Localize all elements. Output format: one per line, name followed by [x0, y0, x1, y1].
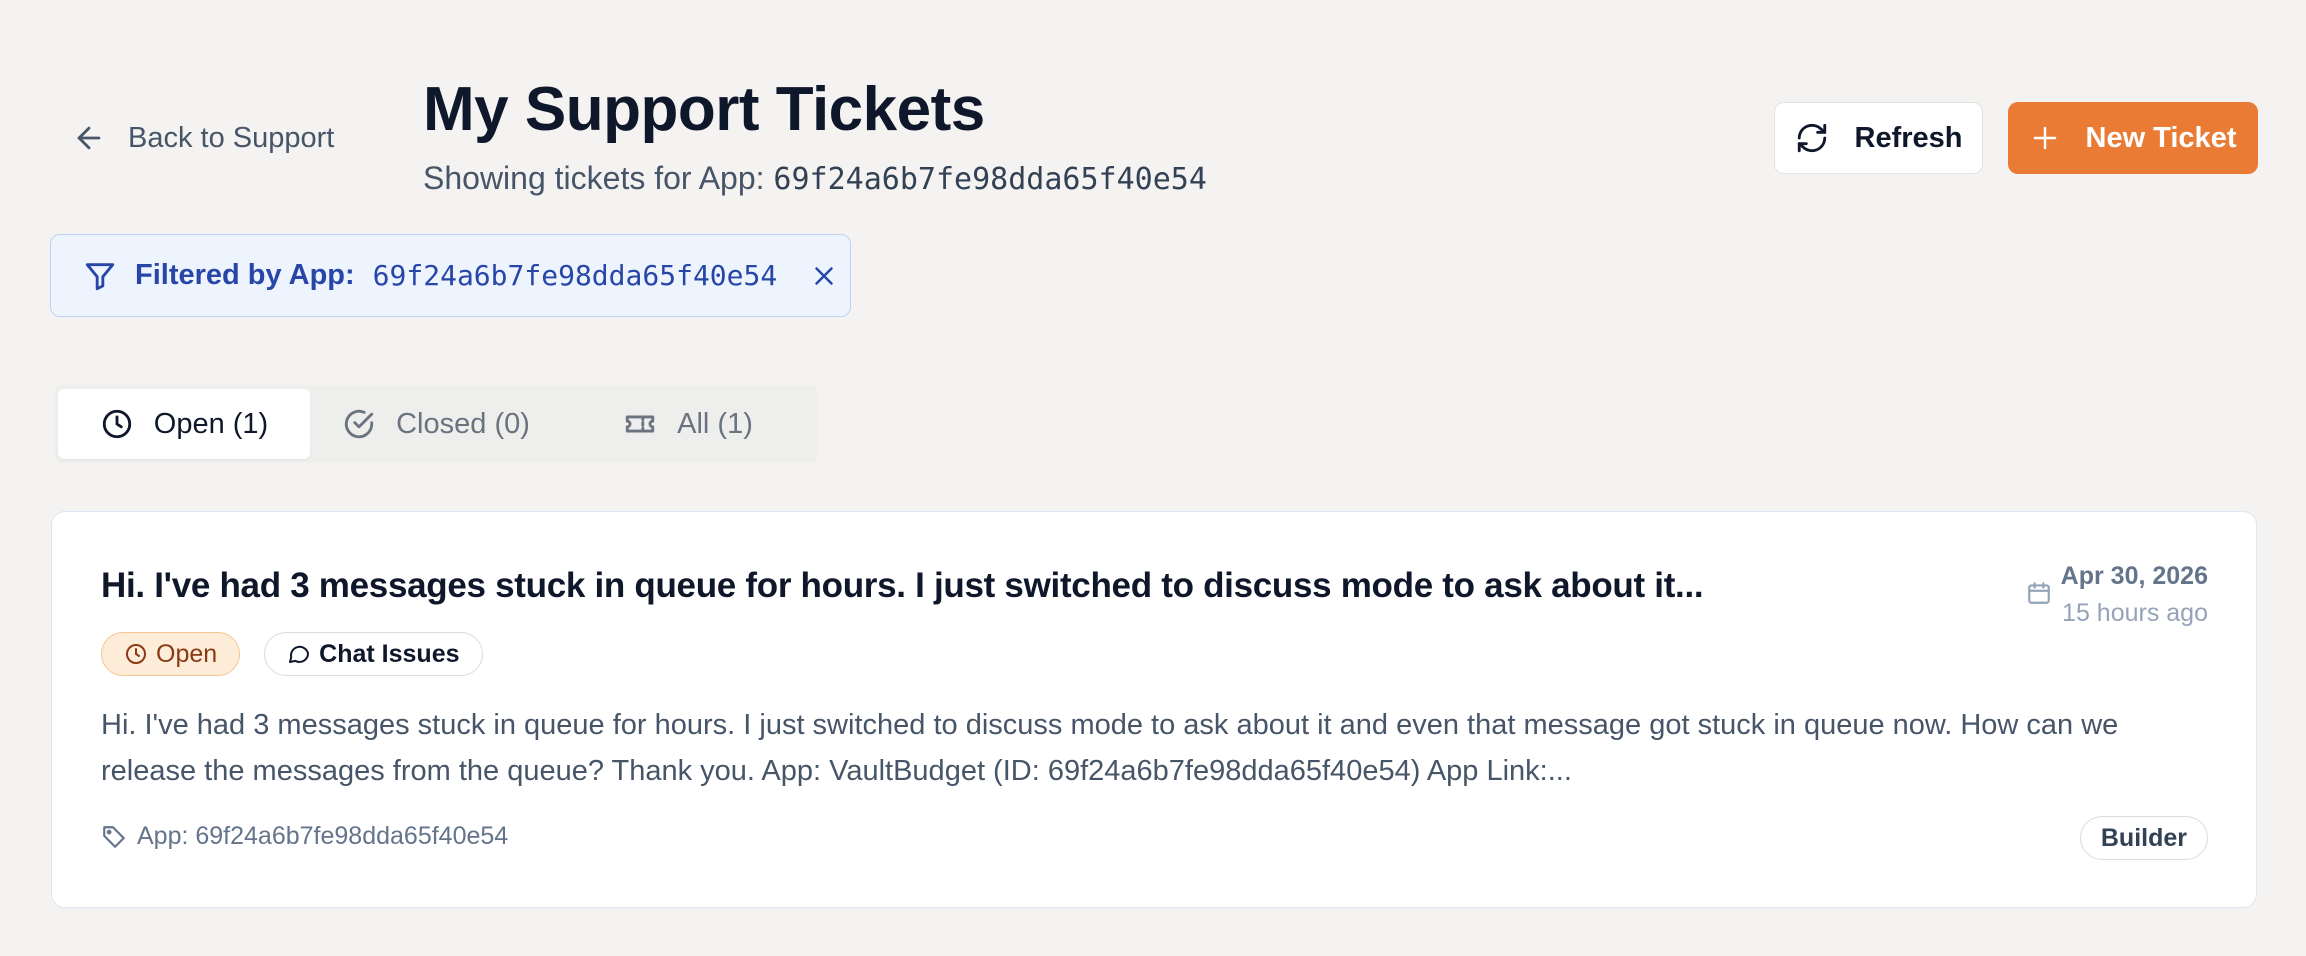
category-badge: Chat Issues: [264, 632, 483, 676]
category-badge-label: Chat Issues: [319, 639, 460, 668]
back-to-support-link[interactable]: Back to Support: [72, 118, 334, 158]
filter-icon: [85, 262, 115, 290]
source-badge: Builder: [2079, 816, 2208, 860]
refresh-icon: [1797, 123, 1826, 153]
tab-open[interactable]: Open (1): [58, 389, 310, 459]
ticket-status-tabs: Open (1) Closed (0) All (1): [54, 385, 818, 463]
new-ticket-button[interactable]: New Ticket: [2008, 102, 2258, 174]
app-filter-chip: Filtered by App: 69f24a6b7fe98dda65f40e5…: [50, 234, 851, 317]
clock-icon: [126, 644, 146, 664]
ticket-app-tag: App: 69f24a6b7fe98dda65f40e54: [101, 822, 508, 851]
status-badge-label: Open: [156, 639, 218, 668]
status-badge: Open: [101, 632, 241, 676]
subtitle-app-id: 69f24a6b7fe98dda65f40e54: [773, 162, 1207, 197]
filter-value: 69f24a6b7fe98dda65f40e54: [372, 259, 778, 292]
tab-open-label: Open (1): [153, 407, 269, 440]
subtitle-prefix: Showing tickets for App:: [423, 160, 765, 196]
page-subtitle: Showing tickets for App: 69f24a6b7fe98dd…: [423, 160, 1207, 197]
chat-bubble-icon: [289, 645, 310, 663]
calendar-icon: [2028, 582, 2050, 604]
ticket-date-value: Apr 30, 2026: [2060, 562, 2208, 590]
ticket-relative-time: 15 hours ago: [2062, 599, 2208, 627]
ticket-date: Apr 30, 2026 15 hours ago: [2061, 562, 2208, 628]
plus-icon: [2033, 126, 2056, 150]
ticket-badges: Open Chat Issues: [101, 632, 483, 676]
ticket-title: Hi. I've had 3 messages stuck in queue f…: [101, 566, 1704, 605]
arrow-left-icon: [77, 126, 101, 150]
tag-icon: [103, 825, 125, 848]
check-circle-icon: [344, 409, 374, 439]
tab-closed-label: Closed (0): [396, 407, 530, 440]
new-ticket-label: New Ticket: [2085, 121, 2237, 154]
ticket-description: Hi. I've had 3 messages stuck in queue f…: [101, 709, 2119, 787]
clear-filter-icon[interactable]: [809, 261, 839, 291]
refresh-button[interactable]: Refresh: [1774, 102, 1983, 174]
tab-all[interactable]: All (1): [562, 389, 814, 459]
ticket-app-label: App: 69f24a6b7fe98dda65f40e54: [137, 822, 509, 850]
tab-closed[interactable]: Closed (0): [310, 389, 562, 459]
back-link-label: Back to Support: [128, 121, 335, 154]
ticket-icon: [625, 415, 655, 433]
refresh-label: Refresh: [1854, 121, 1963, 154]
clock-icon: [102, 409, 131, 439]
tab-all-label: All (1): [677, 407, 753, 440]
filter-label: Filtered by App:: [135, 259, 355, 291]
ticket-card[interactable]: Hi. I've had 3 messages stuck in queue f…: [51, 511, 2257, 908]
page-title: My Support Tickets: [423, 75, 985, 144]
